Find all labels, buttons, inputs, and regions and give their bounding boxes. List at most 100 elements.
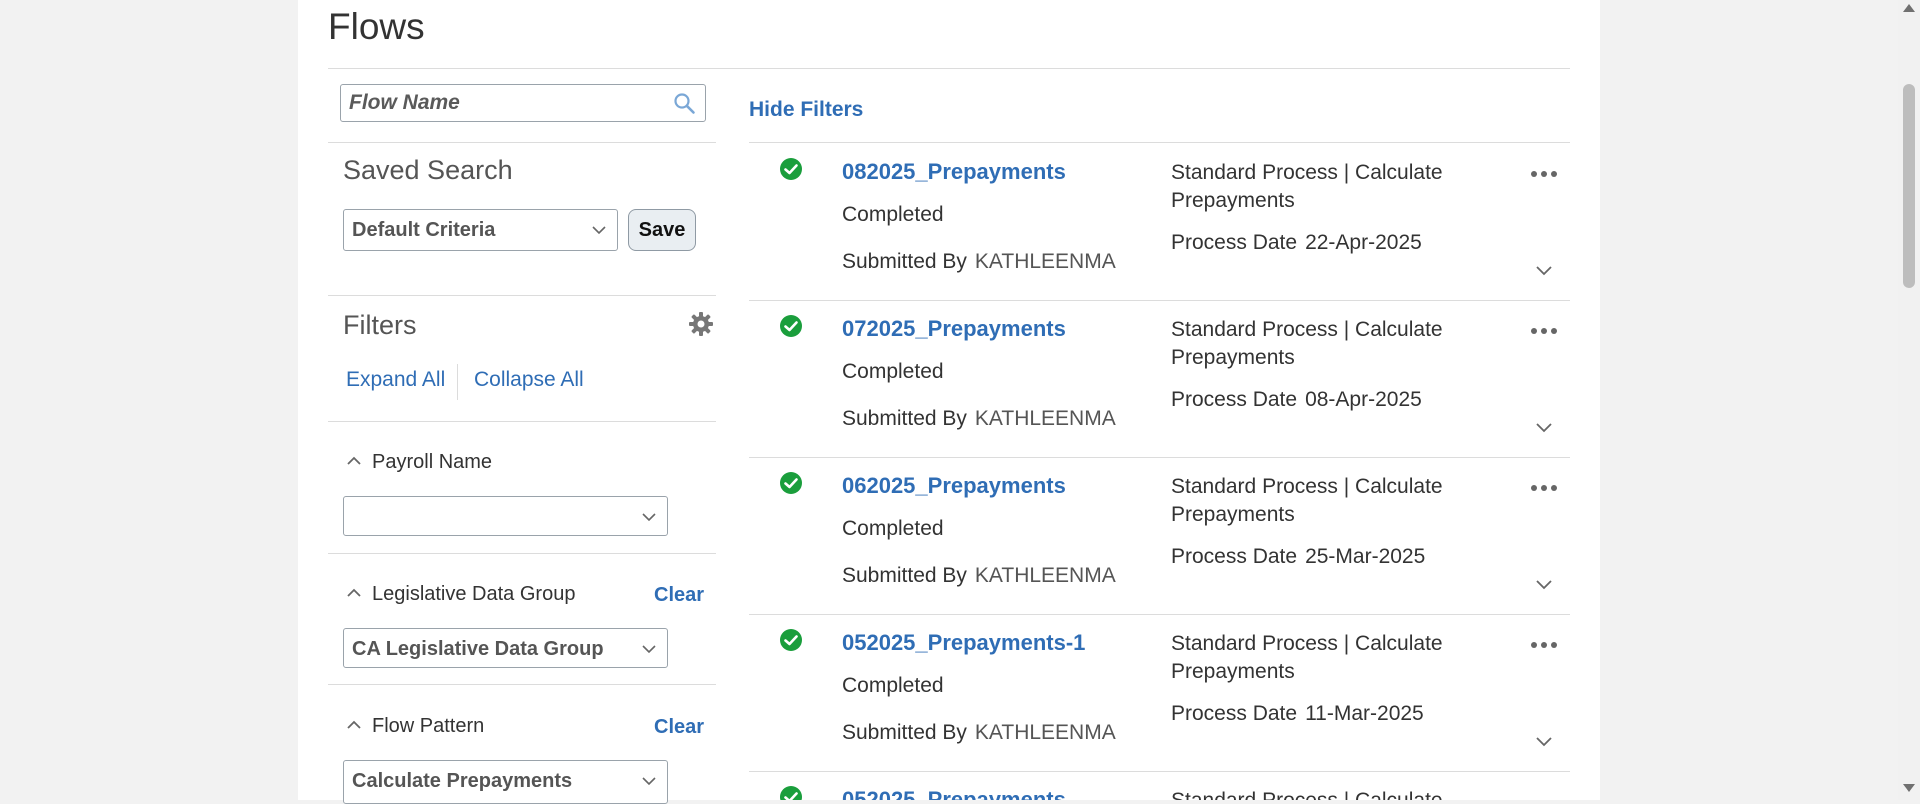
- flow-process-date: Process Date 25-Mar-2025: [1171, 545, 1425, 569]
- date-value: 22-Apr-2025: [1305, 231, 1422, 254]
- date-label: Process Date: [1171, 388, 1298, 411]
- vertical-scrollbar[interactable]: [1898, 0, 1920, 800]
- filter-group-payroll-name[interactable]: Payroll Name: [346, 451, 492, 474]
- filter-label: Payroll Name: [372, 451, 493, 473]
- more-actions-icon[interactable]: [1530, 483, 1558, 493]
- chevron-down-icon[interactable]: [1535, 575, 1553, 593]
- payroll-name-select[interactable]: [343, 496, 668, 536]
- flow-status: Completed: [842, 517, 944, 540]
- saved-search-select[interactable]: Default Criteria: [343, 209, 618, 251]
- gear-icon[interactable]: [688, 311, 714, 337]
- date-label: Process Date: [1171, 702, 1298, 725]
- chevron-down-icon[interactable]: [1535, 261, 1553, 279]
- flow-pattern-value: Calculate Prepayments: [352, 770, 573, 792]
- hide-filters-link[interactable]: Hide Filters: [749, 98, 863, 122]
- flow-submitted-by: Submitted By KATHLEENMA: [842, 721, 1116, 745]
- submitted-label: Submitted By: [842, 721, 967, 744]
- flow-list-item: 052025_Prepayments Standard Process | Ca…: [749, 771, 1570, 800]
- search-input[interactable]: [341, 85, 677, 121]
- flow-list-item: 062025_Prepayments Completed Submitted B…: [749, 457, 1570, 614]
- divider: [328, 684, 716, 685]
- filters-title: Filters: [343, 310, 417, 340]
- filter-label: Legislative Data Group: [372, 583, 576, 605]
- divider: [328, 553, 716, 554]
- submitted-value: KATHLEENMA: [974, 407, 1116, 430]
- date-value: 25-Mar-2025: [1305, 545, 1426, 568]
- flows-page: Flows Saved Search Default Criteria Save…: [298, 0, 1600, 804]
- check-circle-icon: [780, 629, 802, 651]
- scroll-up-arrow-icon[interactable]: [1903, 4, 1915, 12]
- flow-name-link[interactable]: 072025_Prepayments: [842, 316, 1066, 342]
- date-label: Process Date: [1171, 545, 1298, 568]
- check-circle-icon: [780, 158, 802, 180]
- chevron-up-icon: [347, 720, 361, 729]
- flow-submitted-by: Submitted By KATHLEENMA: [842, 250, 1116, 274]
- flow-name-link[interactable]: 052025_Prepayments: [842, 787, 1066, 800]
- flow-name-link[interactable]: 062025_Prepayments: [842, 473, 1066, 499]
- flow-list-item: 072025_Prepayments Completed Submitted B…: [749, 300, 1570, 457]
- flow-list-item: 082025_Prepayments Completed Submitted B…: [749, 143, 1570, 300]
- divider: [328, 68, 1570, 69]
- submitted-label: Submitted By: [842, 250, 967, 273]
- flow-submitted-by: Submitted By KATHLEENMA: [842, 564, 1116, 588]
- flow-name-link[interactable]: 052025_Prepayments-1: [842, 630, 1085, 656]
- scroll-thumb[interactable]: [1903, 84, 1915, 288]
- chevron-down-icon[interactable]: [1535, 418, 1553, 436]
- submitted-value: KATHLEENMA: [974, 250, 1116, 273]
- date-value: 08-Apr-2025: [1305, 388, 1422, 411]
- submitted-value: KATHLEENMA: [974, 721, 1116, 744]
- date-label: Process Date: [1171, 231, 1298, 254]
- flow-process: Standard Process | Calculate Prepayments: [1171, 475, 1443, 526]
- more-actions-icon[interactable]: [1530, 169, 1558, 179]
- flow-process: Standard Process | Calculate Prepayments: [1171, 632, 1443, 683]
- divider: [328, 421, 716, 422]
- filter-group-flow-pattern[interactable]: Flow Pattern: [346, 715, 484, 738]
- flow-process-date: Process Date 08-Apr-2025: [1171, 388, 1422, 412]
- expand-all-link[interactable]: Expand All: [346, 368, 445, 392]
- flow-process: Standard Process | Calculate Prepayments: [1171, 318, 1443, 369]
- flow-status: Completed: [842, 674, 944, 697]
- divider: [328, 295, 716, 296]
- filter-group-legislative-data-group[interactable]: Legislative Data Group: [346, 583, 575, 606]
- flow-process-date: Process Date 11-Mar-2025: [1171, 702, 1424, 726]
- chevron-down-icon: [642, 513, 656, 522]
- chevron-up-icon: [347, 588, 361, 597]
- scroll-down-arrow-icon[interactable]: [1903, 784, 1915, 792]
- check-circle-icon: [780, 786, 802, 800]
- collapse-all-link[interactable]: Collapse All: [474, 368, 584, 392]
- chevron-down-icon[interactable]: [1535, 732, 1553, 750]
- flow-process-date: Process Date 22-Apr-2025: [1171, 231, 1422, 255]
- chevron-up-icon: [347, 456, 361, 465]
- clear-flow-pattern-link[interactable]: Clear: [654, 716, 704, 739]
- chevron-down-icon: [642, 777, 656, 786]
- page-title: Flows: [328, 6, 425, 47]
- flow-pattern-select[interactable]: Calculate Prepayments: [343, 760, 668, 804]
- flow-status: Completed: [842, 203, 944, 226]
- flow-name-search: [340, 84, 706, 122]
- submitted-label: Submitted By: [842, 564, 967, 587]
- flow-list-item: 052025_Prepayments-1 Completed Submitted…: [749, 614, 1570, 771]
- search-icon[interactable]: [673, 92, 697, 116]
- more-actions-icon[interactable]: [1530, 640, 1558, 650]
- legislative-data-group-value: CA Legislative Data Group: [352, 638, 604, 660]
- saved-search-value: Default Criteria: [352, 219, 496, 241]
- chevron-down-icon: [592, 226, 606, 235]
- check-circle-icon: [780, 315, 802, 337]
- divider: [457, 364, 458, 400]
- date-value: 11-Mar-2025: [1305, 702, 1424, 725]
- chevron-down-icon: [642, 645, 656, 654]
- flow-process: Standard Process | Calculate: [1171, 787, 1461, 800]
- submitted-value: KATHLEENMA: [974, 564, 1116, 587]
- divider: [328, 142, 716, 143]
- filter-label: Flow Pattern: [372, 715, 485, 737]
- legislative-data-group-select[interactable]: CA Legislative Data Group: [343, 628, 668, 668]
- check-circle-icon: [780, 472, 802, 494]
- flow-name-link[interactable]: 082025_Prepayments: [842, 159, 1066, 185]
- flow-status: Completed: [842, 360, 944, 383]
- submitted-label: Submitted By: [842, 407, 967, 430]
- save-button[interactable]: Save: [628, 209, 696, 251]
- clear-ldg-link[interactable]: Clear: [654, 584, 704, 607]
- flow-process: Standard Process | Calculate Prepayments: [1171, 161, 1443, 212]
- flow-submitted-by: Submitted By KATHLEENMA: [842, 407, 1116, 431]
- more-actions-icon[interactable]: [1530, 326, 1558, 336]
